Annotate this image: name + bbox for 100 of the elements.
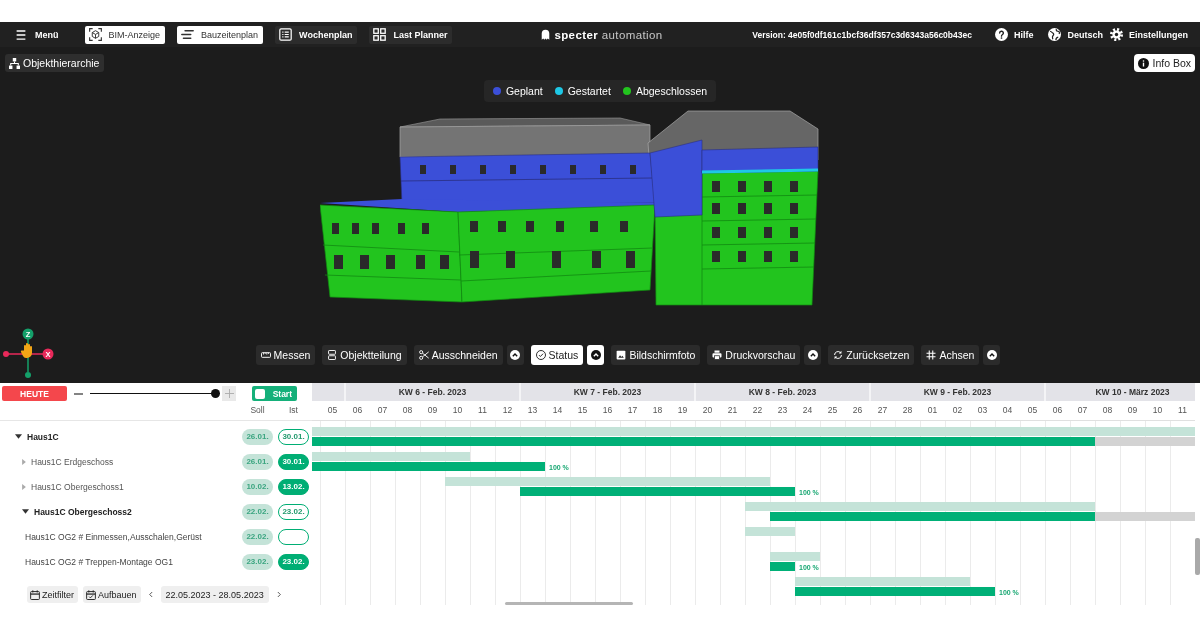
- task-name[interactable]: Haus1C OG2 # Einmessen,Ausschalen,Gerüst: [25, 531, 202, 542]
- axes-button[interactable]: Achsen: [921, 345, 980, 365]
- day-label: 06: [1052, 404, 1063, 415]
- chevron-up-icon: [986, 350, 997, 360]
- day-label: 08: [402, 404, 413, 415]
- day-label: 12: [502, 404, 513, 415]
- day-label: 04: [1002, 404, 1013, 415]
- week-label: KW 9 - Feb. 2023: [923, 387, 992, 397]
- planned-start-date: 26.01.: [242, 453, 273, 470]
- planned-bar[interactable]: [770, 552, 820, 561]
- cut-button[interactable]: Ausschneiden: [413, 345, 503, 365]
- time-filter-button[interactable]: Zeitfilter: [27, 586, 78, 603]
- info-icon: [1138, 57, 1150, 69]
- actual-bar[interactable]: [770, 512, 1095, 521]
- task-name[interactable]: Haus1C: [27, 431, 59, 442]
- settings-icon: [1110, 28, 1123, 41]
- day-label: 25: [827, 404, 838, 415]
- nav-tab[interactable]: Bauzeitenplan: [177, 25, 264, 44]
- settings-button[interactable]: Einstellungen: [1110, 28, 1188, 41]
- chevron-left-icon: [147, 590, 154, 599]
- cube-icon: [88, 28, 102, 41]
- remaining-bar[interactable]: [1095, 512, 1195, 521]
- day-label: 20: [702, 404, 713, 415]
- hierarchy-button[interactable]: Objekthierarchie: [5, 54, 105, 72]
- nav-tab[interactable]: Last Planner: [369, 25, 453, 44]
- planned-bar[interactable]: [445, 477, 770, 486]
- planned-bar[interactable]: [312, 452, 470, 461]
- menu-button[interactable]: Menü: [15, 29, 59, 40]
- language-button[interactable]: Deutsch: [1048, 28, 1103, 41]
- chevron-up-icon: [510, 350, 521, 360]
- planned-bar[interactable]: [745, 527, 795, 536]
- menu-icon: [15, 29, 27, 40]
- nav-tab[interactable]: BIM-Anzeige: [84, 25, 166, 44]
- actual-bar[interactable]: [312, 437, 1095, 446]
- vertical-scrollbar[interactable]: [1195, 538, 1200, 575]
- actual-start-date: 23.02.: [278, 553, 309, 570]
- minus-icon: [74, 392, 83, 395]
- legend-label: Gestartet: [567, 85, 611, 97]
- task-name[interactable]: Haus1C OG2 # Treppen-Montage OG1: [25, 556, 173, 567]
- help-icon: [994, 28, 1008, 41]
- actual-start-date: 30.01.: [278, 428, 309, 445]
- horizontal-scrollbar[interactable]: [505, 602, 633, 605]
- axis-dot-icon[interactable]: [3, 351, 9, 357]
- caret-down-icon[interactable]: [15, 434, 22, 439]
- help-button[interactable]: Hilfe: [994, 28, 1034, 41]
- week-label: KW 10 - März 2023: [1095, 387, 1170, 397]
- screenshot-button[interactable]: Bildschirmfoto: [611, 345, 701, 365]
- hand-icon[interactable]: [20, 343, 32, 358]
- column-header: Soll: [249, 404, 266, 415]
- dropdown-button[interactable]: [983, 345, 1001, 365]
- actual-start-date: 13.02.: [278, 478, 309, 495]
- day-label: 11: [478, 404, 487, 415]
- measure-button[interactable]: Messen: [255, 345, 316, 365]
- remaining-bar[interactable]: [1095, 437, 1195, 446]
- actual-bar[interactable]: [312, 462, 545, 471]
- axis-dot-icon[interactable]: [25, 372, 31, 378]
- caret-down-icon[interactable]: [22, 509, 29, 514]
- actual-bar[interactable]: [795, 587, 995, 596]
- day-label: 19: [677, 404, 688, 415]
- nav-tab[interactable]: Wochenplan: [275, 25, 358, 44]
- day-label: 24: [802, 404, 813, 415]
- task-name[interactable]: Haus1C Obergeschoss1: [31, 481, 124, 492]
- chevron-up-icon: [807, 350, 818, 360]
- caret-right-icon[interactable]: [22, 483, 26, 490]
- day-label: 09: [1127, 404, 1138, 415]
- day-label: 08: [1102, 404, 1113, 415]
- day-label: 16: [602, 404, 613, 415]
- day-label: 06: [352, 404, 363, 415]
- dropdown-button[interactable]: [804, 345, 822, 365]
- day-label: 21: [727, 404, 738, 415]
- today-button[interactable]: HEUTE: [2, 386, 67, 401]
- build-button[interactable]: Aufbauen: [83, 586, 141, 603]
- split-button[interactable]: Objektteilung: [322, 345, 407, 365]
- caret-right-icon[interactable]: [22, 458, 26, 465]
- date-range-button[interactable]: 22.05.2023 - 28.05.2023: [160, 586, 269, 603]
- planned-bar[interactable]: [745, 502, 1095, 511]
- print-preview-button[interactable]: Druckvorschau: [707, 345, 801, 365]
- task-name[interactable]: Haus1C Erdgeschoss: [31, 456, 114, 467]
- planned-bar[interactable]: [312, 427, 1195, 436]
- dropdown-button[interactable]: [587, 345, 605, 365]
- day-label: 14: [552, 404, 563, 415]
- info-box-button[interactable]: Info Box: [1134, 54, 1195, 72]
- planned-start-date: 23.02.: [242, 553, 273, 570]
- task-name[interactable]: Haus1C Obergeschoss2: [34, 506, 132, 517]
- day-label: 05: [327, 404, 338, 415]
- zoom-out-button[interactable]: [74, 392, 83, 395]
- list-icon: [279, 28, 293, 41]
- status-button[interactable]: Status: [530, 345, 584, 365]
- globe-icon: [1048, 28, 1062, 41]
- day-label: 10: [452, 404, 463, 415]
- actual-bar[interactable]: [770, 562, 795, 571]
- dropdown-button[interactable]: [506, 345, 524, 365]
- reset-button[interactable]: Zurücksetzen: [828, 345, 915, 365]
- ruler-icon: [260, 350, 271, 360]
- actual-bar[interactable]: [520, 487, 795, 496]
- slider-thumb[interactable]: [211, 389, 220, 398]
- planned-start-date: 22.02.: [242, 503, 273, 520]
- planned-bar[interactable]: [795, 577, 970, 586]
- day-label: 09: [427, 404, 438, 415]
- grid-icon: [373, 28, 387, 41]
